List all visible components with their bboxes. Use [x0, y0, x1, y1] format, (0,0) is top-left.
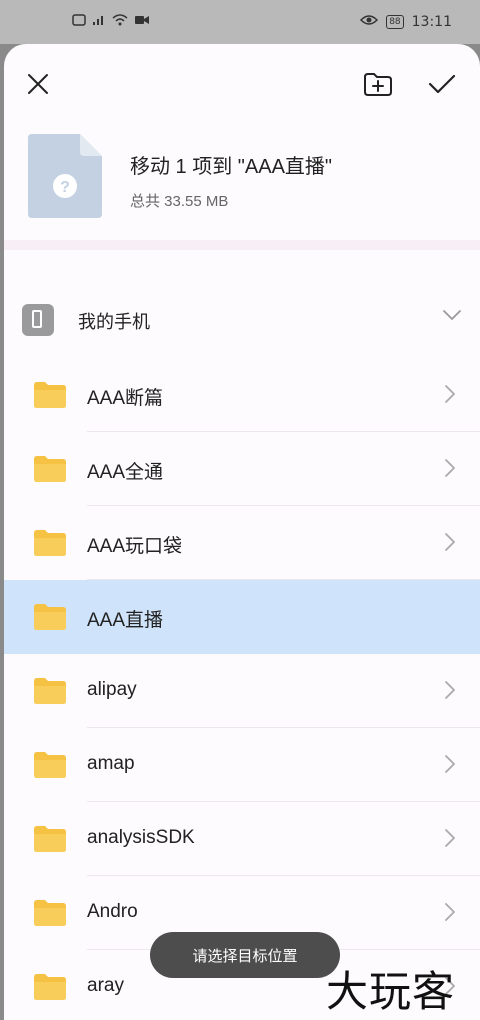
chevron-right-icon: [445, 385, 455, 403]
chevron-down-icon: [442, 308, 462, 326]
folder-name: amap: [87, 753, 135, 774]
folder-name: AAA玩口袋: [87, 536, 183, 557]
folder-name: alipay: [87, 679, 137, 700]
folder-name: AAA断篇: [87, 388, 164, 409]
status-left-icons: [72, 14, 150, 30]
move-dialog-sheet: ? 移动 1 项到 "AAA直播" 总共 33.55 MB 我的手机 AAA断篇…: [4, 44, 480, 1020]
folder-icon: [34, 530, 66, 556]
folder-icon: [34, 456, 66, 482]
folder-row[interactable]: AAA玩口袋: [4, 506, 480, 580]
folder-icon: [34, 826, 66, 852]
folder-name: analysisSDK: [87, 827, 195, 848]
folder-row[interactable]: AAA断篇: [4, 358, 480, 432]
location-my-phone[interactable]: 我的手机: [4, 288, 480, 352]
signal-icon: [92, 14, 106, 30]
chevron-right-icon: [445, 533, 455, 551]
dialog-toolbar: [4, 44, 480, 120]
chevron-right-icon: [445, 681, 455, 699]
folder-row[interactable]: analysisSDK: [4, 802, 480, 876]
new-folder-icon: [364, 73, 392, 96]
svg-text:?: ?: [60, 179, 70, 196]
chevron-right-icon: [445, 755, 455, 773]
folder-row[interactable]: AAA全通: [4, 432, 480, 506]
close-icon: [28, 74, 48, 94]
status-bar: 88 13:11: [0, 0, 480, 44]
folder-icon: [34, 752, 66, 778]
folder-row[interactable]: alipay: [4, 654, 480, 728]
section-divider: [4, 240, 480, 250]
folder-name: Andro: [87, 901, 138, 922]
folder-name: AAA全通: [87, 462, 164, 483]
watermark-logo: 大玩客: [326, 967, 456, 1016]
move-title: 移动 1 项到 "AAA直播": [130, 156, 333, 178]
location-label: 我的手机: [78, 312, 150, 332]
wifi-icon: [112, 14, 128, 30]
chevron-right-icon: [445, 829, 455, 847]
status-time: 13:11: [411, 14, 452, 30]
folder-icon: [34, 604, 66, 630]
folder-icon: [34, 974, 66, 1000]
chevron-right-icon: [445, 903, 455, 921]
toast-message: 请选择目标位置: [150, 932, 340, 978]
folder-row[interactable]: amap: [4, 728, 480, 802]
total-size: 总共 33.55 MB: [130, 193, 229, 210]
unknown-file-icon: ?: [28, 134, 102, 218]
eye-comfort-icon: [360, 14, 379, 30]
battery-icon: 88: [386, 15, 404, 29]
folder-row[interactable]: AAA直播: [4, 580, 480, 654]
video-record-icon: [134, 14, 150, 30]
folder-name: AAA直播: [87, 610, 164, 631]
new-folder-button[interactable]: [358, 64, 398, 104]
close-button[interactable]: [18, 64, 58, 104]
chevron-right-icon: [445, 459, 455, 477]
folder-icon: [34, 900, 66, 926]
folder-icon: [34, 678, 66, 704]
phone-icon: [22, 304, 54, 336]
folder-name: aray: [87, 975, 124, 996]
sim-card-icon: [72, 14, 86, 30]
folder-icon: [34, 382, 66, 408]
status-right-icons: 88 13:11: [360, 14, 452, 30]
check-icon: [428, 74, 456, 94]
file-info: ? 移动 1 项到 "AAA直播" 总共 33.55 MB: [4, 120, 480, 240]
confirm-button[interactable]: [422, 64, 462, 104]
